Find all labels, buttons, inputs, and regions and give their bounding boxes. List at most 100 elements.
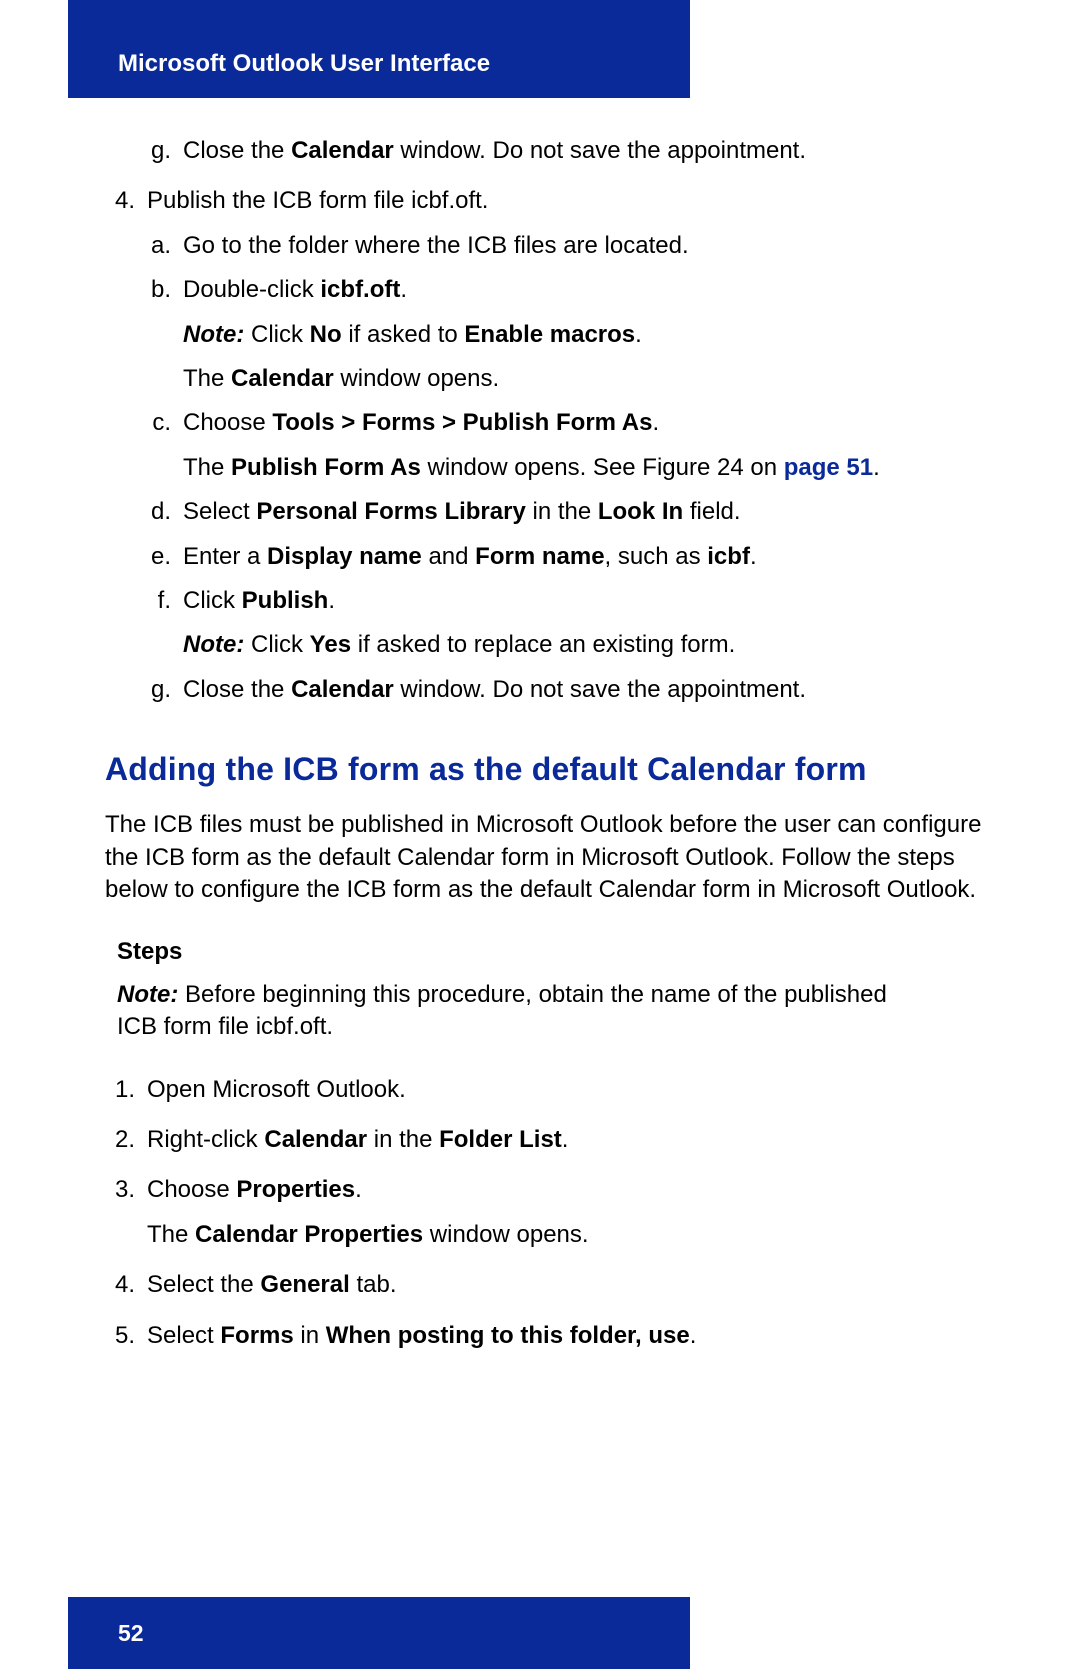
step-5: 5. Select Forms in When posting to this … [105,1320,985,1352]
list-marker: 5. [105,1320,147,1352]
text: . [355,1176,362,1203]
page-footer: 52 [68,1597,690,1669]
text: . [690,1322,697,1349]
result-text: The Calendar Properties window opens. [147,1219,985,1251]
text: in the [526,498,598,525]
text: Select the [147,1271,260,1298]
list-body: Publish the ICB form file icbf.oft. a. G… [147,185,985,718]
bold-text: Tools > Forms > Publish Form As [272,409,652,436]
bold-text: General [260,1271,349,1298]
text: window opens. [334,365,499,392]
text: Click [244,321,309,348]
bold-text: icbf.oft [320,276,400,303]
text: and [422,543,475,570]
text: Choose [183,409,272,436]
steps-note: Note: Before beginning this procedure, o… [117,979,985,1044]
text: if asked to replace an existing form. [351,631,735,658]
text: . [652,409,659,436]
header-title: Microsoft Outlook User Interface [118,50,490,78]
list-marker: 4. [105,185,147,718]
text: window. Do not save the appointment. [394,676,806,703]
text: Open Microsoft Outlook. [147,1074,985,1106]
bold-text: Folder List [439,1126,562,1153]
list-marker: a. [147,230,183,262]
list-marker: b. [147,274,183,306]
text: Right-click [147,1126,264,1153]
list-marker: 4. [105,1269,147,1301]
text: in [294,1322,326,1349]
list-marker: 3. [105,1174,147,1251]
text: . [873,454,880,481]
text: Click [183,587,242,614]
note-label: Note: [183,321,244,348]
page-number: 52 [118,1620,144,1647]
bold-text: icbf [707,543,750,570]
section-heading: Adding the ICB form as the default Calen… [105,748,985,791]
result-text: The Calendar window opens. [183,363,985,395]
text: window opens. See Figure 24 on [421,454,784,481]
text: field. [683,498,740,525]
substep-a: a. Go to the folder where the ICB files … [147,230,985,262]
text: . [750,543,757,570]
bold-text: Enable macros [464,321,635,348]
page-link[interactable]: page 51 [784,454,873,481]
text: window. Do not save the appointment. [394,137,806,164]
list-marker: e. [147,541,183,573]
header-bar: Microsoft Outlook User Interface [68,0,690,98]
list-marker: 1. [105,1074,147,1106]
text: Enter a [183,543,267,570]
text: . [562,1126,569,1153]
text: , such as [605,543,708,570]
text: . [328,587,335,614]
list-marker: g. [147,674,183,706]
text: Click [244,631,309,658]
step-text: Publish the ICB form file icbf.oft. [147,185,985,217]
bold-text: Calendar [291,676,394,703]
step-1: 1. Open Microsoft Outlook. [105,1074,985,1106]
step-3: 3. Choose Properties. The Calendar Prope… [105,1174,985,1251]
step-4b: 4. Select the General tab. [105,1269,985,1301]
substep-g: g. Close the Calendar window. Do not sav… [147,674,985,706]
text: Go to the folder where the ICB files are… [183,230,985,262]
section-paragraph: The ICB files must be published in Micro… [105,809,985,906]
note-label: Note: [183,631,244,658]
bold-text: Personal Forms Library [256,498,525,525]
bold-text: Yes [310,631,351,658]
prev-step-g: g. Close the Calendar window. Do not sav… [147,135,985,167]
text: The [183,454,231,481]
note-block: Note: Click No if asked to Enable macros… [183,319,985,351]
bold-text: No [310,321,342,348]
bold-text: Look In [598,498,683,525]
text: tab. [350,1271,397,1298]
text: . [635,321,642,348]
bold-text: Publish Form As [231,454,421,481]
text: Close the [183,137,291,164]
text: Choose [147,1176,236,1203]
note-label: Note: [117,981,178,1008]
bold-text: Publish [242,587,329,614]
text: in the [367,1126,439,1153]
bold-text: When posting to this folder, use [326,1322,690,1349]
steps-label: Steps [117,936,985,968]
list-marker: g. [147,135,183,167]
substep-b: b. Double-click icbf.oft. [147,274,985,306]
list-marker: 2. [105,1124,147,1156]
text: if asked to [342,321,465,348]
bold-text: Forms [220,1322,293,1349]
page-content: g. Close the Calendar window. Do not sav… [105,135,985,1370]
text: window opens. [423,1221,588,1248]
text: . [400,276,407,303]
text: Close the [183,676,291,703]
step-4: 4. Publish the ICB form file icbf.oft. a… [105,185,985,718]
bold-text: Form name [475,543,604,570]
bold-text: Properties [236,1176,355,1203]
text: Before beginning this procedure, obtain … [117,981,887,1040]
step-2: 2. Right-click Calendar in the Folder Li… [105,1124,985,1156]
bold-text: Calendar Properties [195,1221,423,1248]
substep-d: d. Select Personal Forms Library in the … [147,496,985,528]
list-marker: c. [147,407,183,439]
substep-c: c. Choose Tools > Forms > Publish Form A… [147,407,985,439]
bold-text: Display name [267,543,422,570]
note-block: Note: Click Yes if asked to replace an e… [183,629,985,661]
text: Double-click [183,276,320,303]
